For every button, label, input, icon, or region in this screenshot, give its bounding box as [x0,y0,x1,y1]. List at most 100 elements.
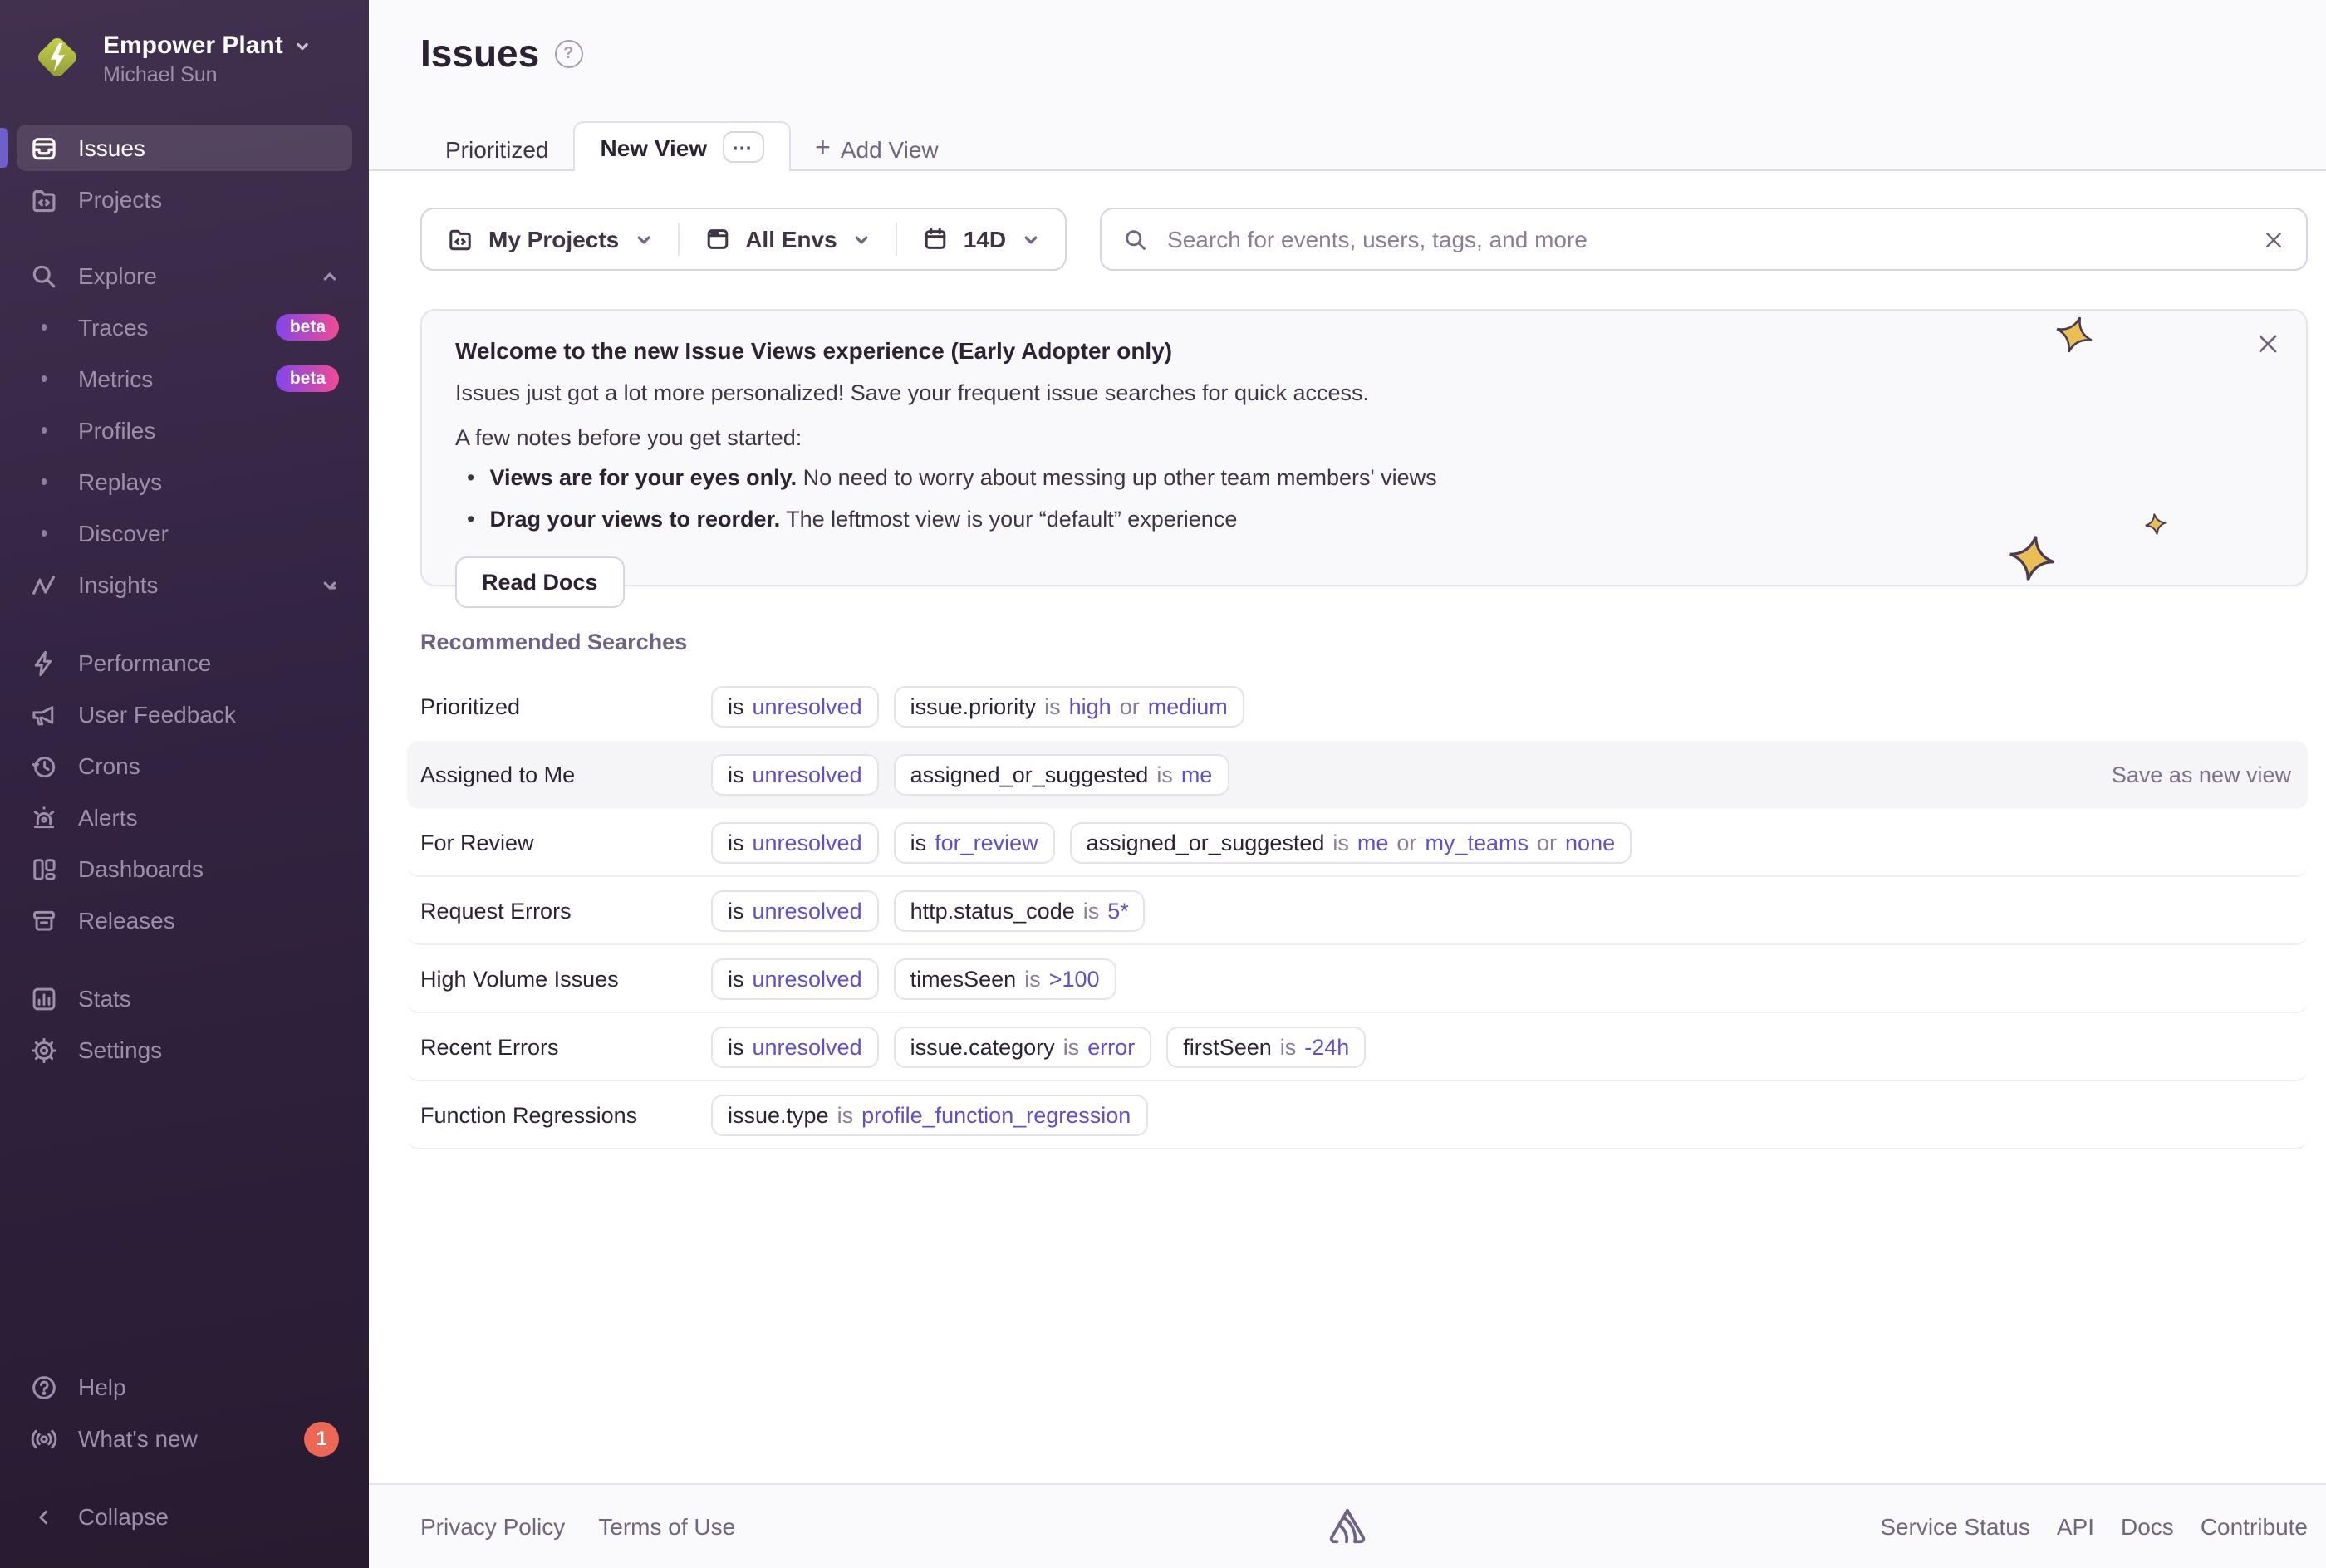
query-token: firstSeenis-24h [1166,1026,1366,1067]
query-token: timesSeenis>100 [894,958,1116,999]
search-row-for-review[interactable]: For Review isunresolved isfor_review ass… [407,809,2308,877]
nav-spacer [0,228,369,252]
active-indicator [0,128,8,168]
sidebar-item-stats[interactable]: Stats [17,975,352,1022]
sidebar-item-help[interactable]: Help [17,1364,352,1410]
tab-prioritized[interactable]: Prioritized [420,126,574,171]
main-area: Issues ? Prioritized New View ⋯ + Add Vi… [369,0,2326,1568]
sidebar-item-discover[interactable]: Discover [17,510,352,556]
environment-filter[interactable]: All Envs [679,209,896,269]
recommended-searches-list: Prioritized isunresolved issue.priorityi… [420,673,2308,1149]
sidebar-footer: Help What's new 1 Collapse [0,1364,369,1568]
app-window: Empower Plant Michael Sun Issues Project… [0,0,2326,1568]
notification-badge: 1 [304,1421,339,1456]
search-row-high-volume[interactable]: High Volume Issues isunresolved timesSee… [407,945,2308,1013]
tab-new-view[interactable]: New View ⋯ [574,121,791,171]
sidebar-item-traces[interactable]: Traces beta [17,304,352,350]
sidebar-item-label: Metrics [78,365,153,392]
org-name: Empower Plant [103,32,283,60]
privacy-policy-link[interactable]: Privacy Policy [420,1513,565,1540]
org-avatar [30,30,85,85]
view-tabs: Prioritized New View ⋯ + Add View [420,121,964,171]
service-status-link[interactable]: Service Status [1880,1513,2030,1540]
query-token: isunresolved [711,821,879,863]
nav-spacer [0,1467,369,1493]
query-token: assigned_or_suggestedismeormy_teamsornon… [1070,821,1632,863]
query-token: assigned_or_suggestedisme [894,753,1229,795]
sidebar-item-label: Settings [78,1036,162,1063]
sidebar-nav: Issues Projects Explore Traces beta [0,125,369,1078]
megaphone-icon [30,700,58,728]
read-docs-button[interactable]: Read Docs [455,556,625,607]
tab-options-button[interactable]: ⋯ [722,131,763,163]
search-row-request-errors[interactable]: Request Errors isunresolved http.status_… [407,877,2308,945]
add-view-button[interactable]: + Add View [790,126,964,171]
sidebar-item-profiles[interactable]: Profiles [17,407,352,453]
project-filter[interactable]: My Projects [422,209,677,269]
clear-search-icon[interactable] [2263,228,2284,250]
plus-icon: + [815,135,831,162]
search-row-recent-errors[interactable]: Recent Errors isunresolved issue.categor… [407,1013,2308,1081]
api-link[interactable]: API [2057,1513,2094,1540]
search-input[interactable] [1164,224,2246,254]
search-row-function-regressions[interactable]: Function Regressions issue.typeisprofile… [407,1081,2308,1149]
bullet-icon [30,468,58,496]
sidebar-item-explore[interactable]: Explore [17,252,352,299]
sidebar-item-label: Performance [78,649,211,676]
search-bar [1099,208,2308,271]
dashboards-icon [30,855,58,883]
clock-icon [30,752,58,780]
sidebar-item-label: Crons [78,752,140,779]
search-row-assigned-to-me[interactable]: Assigned to Me isunresolved assigned_or_… [407,741,2308,809]
close-banner-icon[interactable] [2253,329,2283,359]
banner-bullet: Views are for your eyes only. No need to… [455,463,2273,495]
user-name: Michael Sun [103,63,218,86]
sidebar-item-issues[interactable]: Issues [17,125,352,171]
help-icon [30,1373,58,1401]
sidebar-item-label: Stats [78,985,131,1012]
sidebar-collapse-button[interactable]: Collapse [17,1493,352,1540]
sidebar-item-whats-new[interactable]: What's new 1 [17,1415,352,1462]
ellipsis-icon: ⋯ [732,137,753,157]
sidebar-item-crons[interactable]: Crons [17,742,352,789]
chevron-down-icon [852,230,871,248]
sidebar-item-label: Traces [78,314,149,341]
archive-icon [30,906,58,934]
sidebar-item-dashboards[interactable]: Dashboards [17,845,352,892]
sentry-logo [1325,1507,1370,1546]
sidebar-item-alerts[interactable]: Alerts [17,794,352,840]
sidebar-item-releases[interactable]: Releases [17,897,352,943]
sidebar-item-settings[interactable]: Settings [17,1027,352,1073]
beta-badge: beta [277,314,339,341]
search-row-prioritized[interactable]: Prioritized isunresolved issue.priorityi… [407,673,2308,741]
query-token: isunresolved [711,958,879,999]
save-as-new-view-button[interactable]: Save as new view [2112,762,2291,786]
sidebar-item-metrics[interactable]: Metrics beta [17,355,352,402]
sidebar-item-projects[interactable]: Projects [17,176,352,223]
issue-views-banner: Welcome to the new Issue Views experienc… [420,309,2308,586]
sidebar-item-label: Replays [78,468,162,495]
sidebar-item-replays[interactable]: Replays [17,458,352,505]
chevron-down-icon [1021,230,1039,248]
page-header: Issues ? Prioritized New View ⋯ + Add Vi… [369,0,2326,171]
date-range-filter[interactable]: 14D [897,209,1064,269]
sidebar-item-performance[interactable]: Performance [17,639,352,686]
banner-line: A few notes before you get started: [455,424,2273,453]
environments-icon [704,226,730,252]
query-token: isfor_review [894,821,1055,863]
sidebar-item-label: Insights [78,571,159,598]
org-switcher[interactable]: Empower Plant Michael Sun [0,0,369,110]
terms-of-use-link[interactable]: Terms of Use [598,1513,735,1540]
query-token: issue.categoryiserror [894,1026,1152,1067]
contribute-link[interactable]: Contribute [2201,1513,2308,1540]
broadcast-icon [30,1424,58,1453]
page-title: Issues ? [420,32,2308,76]
docs-link[interactable]: Docs [2121,1513,2174,1540]
chevron-down-icon [321,576,339,594]
issues-icon [30,134,58,162]
sidebar-item-user-feedback[interactable]: User Feedback [17,691,352,737]
search-icon [30,262,58,290]
help-icon[interactable]: ? [554,40,582,68]
banner-line: Issues just got a lot more personalized!… [455,379,2273,409]
sidebar-item-insights[interactable]: Insights [17,561,352,608]
